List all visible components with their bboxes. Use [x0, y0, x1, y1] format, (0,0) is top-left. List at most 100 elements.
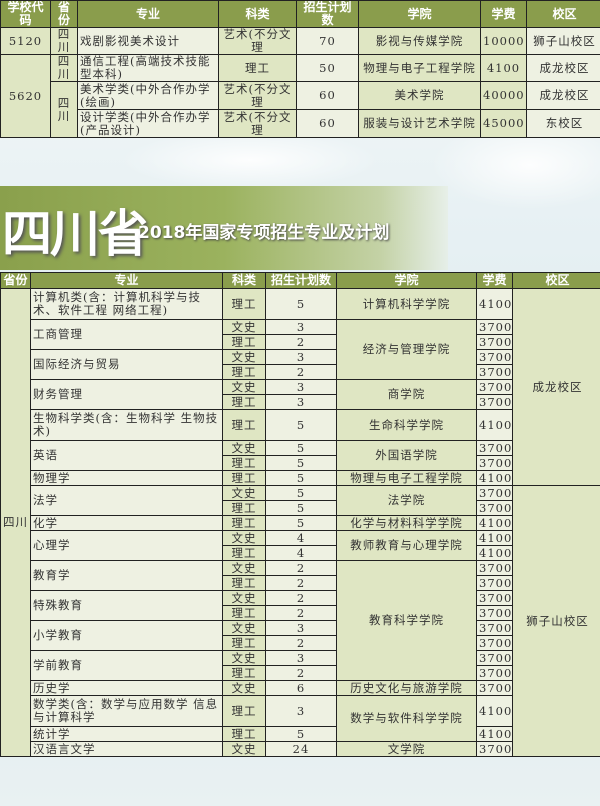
- table-row: 5120 四川 戏剧影视美术设计 艺术(不分文理 70 影视与传媒学院 10000 狮子山校区: [0, 27, 600, 55]
- plan-count: 2: [265, 364, 337, 380]
- plan-count: 3: [265, 379, 337, 395]
- subject: 理工: [222, 364, 266, 380]
- subject: 理工: [222, 500, 266, 516]
- plan-count: 6: [265, 680, 337, 696]
- subject: 文史: [222, 349, 266, 365]
- tuition-fee: 4100: [476, 288, 513, 320]
- plan-count: 3: [265, 695, 337, 727]
- subject: 理工: [222, 394, 266, 410]
- plan-count: 5: [265, 500, 337, 516]
- college: 物理与电子工程学院: [336, 470, 477, 486]
- subject: 理工: [222, 545, 266, 561]
- table-row: 四川 计算机类(含：计算机科学与技术、软件工程 网络工程) 理工 5 计算机科学学院 41…: [0, 288, 600, 757]
- college: 教育科学学院: [336, 560, 477, 681]
- subject: 文史: [222, 650, 266, 666]
- plan-count: 3: [265, 620, 337, 636]
- major: 汉语言文学: [30, 741, 223, 757]
- major: 心理学: [30, 530, 223, 561]
- table-row: 学前教育 文史 3 3700: [1, 650, 600, 681]
- subject: 文史: [222, 620, 266, 636]
- tuition-fee: 3700: [476, 349, 513, 365]
- column-header: 专业: [77, 0, 219, 28]
- province: 四川: [50, 27, 78, 55]
- college: 美术学院: [358, 81, 481, 110]
- column-header: 学费: [480, 0, 527, 28]
- college: 法学院: [336, 485, 477, 516]
- table-row: 5620 四川 通信工程(高端技术技能型本科) 理工 50 物理与电子工程学院 4100 成龙…: [0, 54, 600, 138]
- campus: 成龙校区: [526, 81, 600, 110]
- subject: 文史: [222, 485, 266, 501]
- campus: 狮子山校区: [526, 27, 600, 55]
- subject: 理工: [222, 470, 266, 486]
- major: 法学: [30, 485, 223, 516]
- plan-count: 60: [296, 109, 359, 138]
- table-row: 小学教育 文史 3 3700: [1, 620, 600, 651]
- college: 外国语学院: [336, 440, 477, 471]
- tuition-fee: 3700: [476, 590, 513, 606]
- tuition-fee: 3700: [476, 635, 513, 651]
- banner-province: 四川省: [2, 204, 148, 263]
- column-header: 省份: [50, 0, 78, 28]
- college: 计算机科学学院: [336, 288, 477, 320]
- tuition-fee: 3700: [476, 605, 513, 621]
- column-header: 学院: [336, 272, 477, 289]
- subject: 文史: [222, 680, 266, 696]
- plan-count: 2: [265, 575, 337, 591]
- banner-subtitle: 2018年国家专项招生专业及计划: [138, 223, 390, 243]
- tuition-fee: 4100: [480, 54, 527, 82]
- tuition-fee: 40000: [480, 81, 527, 110]
- school-code: 5620: [0, 54, 51, 138]
- subject: 文史: [222, 379, 266, 395]
- campus: 成龙校区: [526, 54, 600, 82]
- college: 历史文化与旅游学院: [336, 680, 477, 696]
- subject: 理工: [218, 54, 297, 82]
- column-header: 学院: [358, 0, 481, 28]
- tuition-fee: 4100: [476, 545, 513, 561]
- plan-count: 3: [265, 650, 337, 666]
- plan-count: 2: [265, 590, 337, 606]
- major: 数学类(含：数学与应用数学 信息与计算科学: [30, 695, 223, 727]
- tuition-fee: 3700: [476, 665, 513, 681]
- province: 四川: [50, 81, 78, 138]
- campus: 狮子山校区: [512, 485, 600, 757]
- major: 财务管理: [30, 379, 223, 410]
- table-row: 英语 文史 5 外国语学院 3700: [1, 440, 600, 471]
- table-row: 法学 文史 5 法学院 3700 狮子山校区: [1, 485, 600, 757]
- campus: 东校区: [526, 109, 600, 138]
- tuition-fee: 3700: [476, 650, 513, 666]
- plan-count: 3: [265, 319, 337, 335]
- subject: 文史: [222, 741, 266, 757]
- tuition-fee: 3700: [476, 379, 513, 395]
- subject: 理工: [222, 575, 266, 591]
- column-header: 学费: [476, 272, 513, 289]
- subject: 理工: [222, 515, 266, 531]
- subject: 理工: [222, 455, 266, 471]
- plan-count: 5: [265, 726, 337, 742]
- subject: 艺术(不分文理: [218, 109, 297, 138]
- table-row: 生物科学类(含：生物科学 生物技术) 理工 5 生命科学学院 4100: [1, 409, 600, 441]
- campus: 成龙校区: [512, 288, 600, 486]
- subject: 艺术(不分文理: [218, 81, 297, 110]
- tuition-fee: 3700: [476, 560, 513, 576]
- tuition-fee: 4100: [476, 726, 513, 742]
- plan-count: 5: [265, 440, 337, 456]
- school-code: 5120: [0, 27, 51, 55]
- section-banner: 四川省 2018年国家专项招生专业及计划: [0, 186, 448, 270]
- tuition-fee: 3700: [476, 485, 513, 501]
- major: 特殊教育: [30, 590, 223, 621]
- table-row: 物理学 理工 5 物理与电子工程学院 4100: [1, 470, 600, 486]
- column-header: 校区: [526, 0, 600, 28]
- plan-count: 3: [265, 394, 337, 410]
- major: 历史学: [30, 680, 223, 696]
- tuition-fee: 3700: [476, 334, 513, 350]
- major: 小学教育: [30, 620, 223, 651]
- tuition-fee: 10000: [480, 27, 527, 55]
- table-row: 设计学类(中外合作办学(产品设计) 艺术(不分文理 60 服装与设计艺术学院 45000…: [1, 109, 600, 138]
- subject: 理工: [222, 334, 266, 350]
- tuition-fee: 3700: [476, 620, 513, 636]
- tuition-fee: 3700: [476, 741, 513, 757]
- college: 商学院: [336, 379, 477, 410]
- plan-count: 2: [265, 560, 337, 576]
- table-row: 心理学 文史 4 教师教育与心理学院 4100: [1, 530, 600, 561]
- table-row: 统计学 理工 5 4100: [1, 726, 600, 742]
